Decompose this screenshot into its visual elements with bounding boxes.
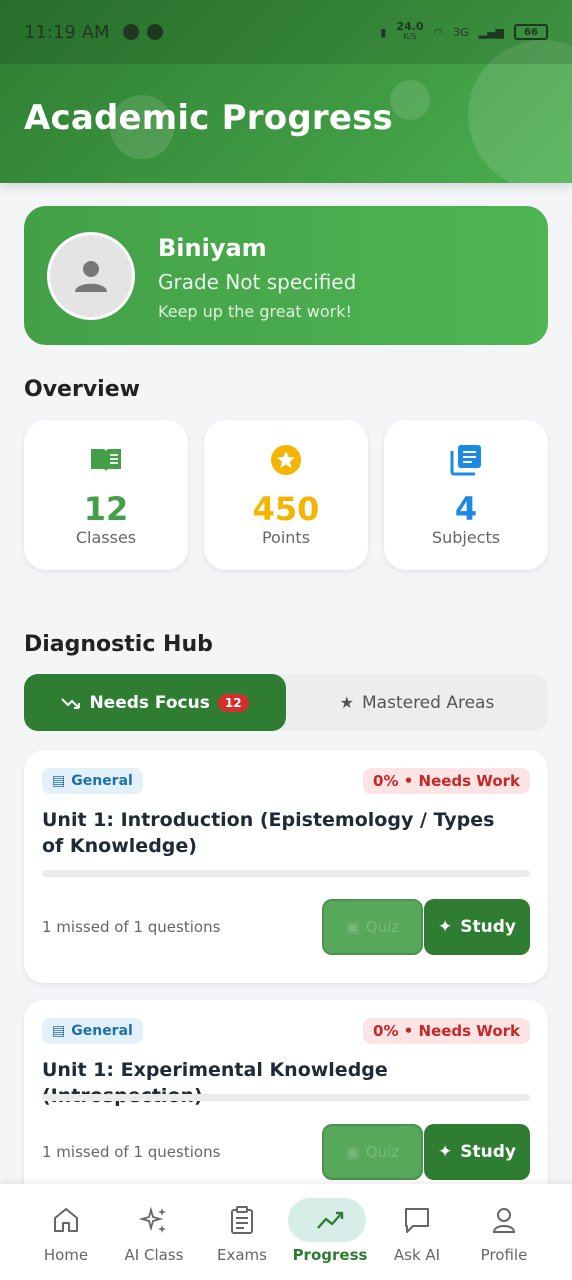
nav-label: AI Class bbox=[124, 1246, 184, 1264]
person-icon bbox=[492, 1208, 516, 1233]
library-icon bbox=[450, 445, 481, 476]
star-badge-icon bbox=[271, 445, 301, 475]
stat-value: 4 bbox=[454, 490, 478, 528]
nav-label: Ask AI bbox=[393, 1246, 441, 1264]
stat-subjects[interactable]: 4 Subjects bbox=[384, 420, 548, 570]
stat-classes[interactable]: 12 Classes bbox=[24, 420, 188, 570]
nav-label: Home bbox=[43, 1246, 89, 1264]
app-header: 11:19 AM ▮ 24.0 K/S ◠ 3G ▂▄▆ 66 Academic… bbox=[0, 0, 572, 183]
diagnostic-card[interactable]: ▤ General 0% • Needs Work Unit 1: Introd… bbox=[24, 750, 548, 983]
stat-label: Classes bbox=[75, 528, 137, 547]
nav-ai-class[interactable]: AI Class bbox=[110, 1184, 198, 1280]
unit-title: Unit 1: Experimental Knowledge (Introspe… bbox=[42, 1059, 388, 1107]
star-icon: ★ bbox=[339, 693, 354, 712]
tab-mastered-areas[interactable]: ★ Mastered Areas bbox=[286, 674, 548, 731]
encouragement-message: Keep up the great work! bbox=[158, 302, 352, 321]
sparkles-icon bbox=[138, 1206, 166, 1233]
student-grade: Grade Not specified bbox=[158, 270, 357, 294]
message-status-icon bbox=[147, 24, 164, 40]
nav-ask-ai[interactable]: Ask AI bbox=[373, 1184, 461, 1280]
nav-exams[interactable]: Exams bbox=[198, 1184, 286, 1280]
nav-home[interactable]: Home bbox=[22, 1184, 110, 1280]
book-icon: ▤ bbox=[52, 1023, 66, 1039]
nav-profile[interactable]: Profile bbox=[460, 1184, 548, 1280]
bottom-nav: Home AI Class Exams Progress Ask AI Prof… bbox=[0, 1184, 572, 1280]
study-button[interactable]: ✦ Study bbox=[424, 899, 530, 955]
stat-value: 450 bbox=[252, 490, 320, 528]
battery-indicator: 66 bbox=[514, 24, 548, 40]
quiz-button[interactable]: ▣ Quiz bbox=[322, 1124, 423, 1180]
subject-label: General bbox=[71, 1023, 133, 1039]
stat-label: Subjects bbox=[431, 528, 501, 547]
settings-status-icon bbox=[123, 24, 140, 40]
quiz-label: Quiz bbox=[365, 1143, 400, 1161]
net-unit: K/S bbox=[403, 32, 417, 41]
nav-label: Progress bbox=[292, 1246, 368, 1264]
quiz-icon: ▣ bbox=[345, 1143, 360, 1161]
net-speed: 24.0 bbox=[396, 20, 424, 33]
subject-chip: ▤ General bbox=[42, 1018, 143, 1044]
missed-count: 1 missed of 1 questions bbox=[42, 918, 221, 936]
status-bar: 11:19 AM ▮ 24.0 K/S ◠ 3G ▂▄▆ 66 bbox=[0, 0, 572, 64]
page-title: Academic Progress bbox=[24, 98, 393, 138]
study-label: Study bbox=[460, 917, 516, 937]
missed-count: 1 missed of 1 questions bbox=[42, 1143, 221, 1161]
nav-progress[interactable]: Progress bbox=[286, 1184, 374, 1280]
overview-title: Overview bbox=[24, 377, 140, 402]
status-time: 11:19 AM bbox=[24, 21, 110, 43]
quiz-label: Quiz bbox=[365, 918, 400, 936]
book-icon: ▤ bbox=[52, 773, 66, 789]
subject-label: General bbox=[71, 773, 133, 789]
book-open-icon bbox=[91, 449, 121, 472]
progress-bar bbox=[42, 870, 530, 877]
network-type: 3G bbox=[453, 25, 469, 39]
nav-label: Profile bbox=[480, 1246, 528, 1264]
tab-needs-focus[interactable]: Needs Focus 12 bbox=[24, 674, 286, 731]
decor-bubble bbox=[390, 80, 430, 120]
tab-label: Needs Focus bbox=[89, 692, 210, 713]
diagnostic-title: Diagnostic Hub bbox=[24, 632, 213, 657]
profile-card[interactable]: Biniyam Grade Not specified Keep up the … bbox=[24, 206, 548, 345]
study-label: Study bbox=[460, 1142, 516, 1162]
stat-value: 12 bbox=[83, 490, 129, 528]
avatar[interactable] bbox=[47, 232, 135, 320]
status-badge: 0% • Needs Work bbox=[363, 768, 530, 794]
unit-title: Unit 1: Introduction (Epistemology / Typ… bbox=[42, 809, 495, 857]
diagnostic-card[interactable]: ▤ General 0% • Needs Work Unit 1: Experi… bbox=[24, 1000, 548, 1200]
nav-label: Exams bbox=[217, 1246, 267, 1264]
trend-icon bbox=[317, 1211, 344, 1229]
progress-bar bbox=[42, 1094, 530, 1101]
quiz-button[interactable]: ▣ Quiz bbox=[322, 899, 423, 955]
person-icon bbox=[75, 261, 107, 292]
signal-icon: ▂▄▆ bbox=[478, 25, 504, 39]
stat-points[interactable]: 450 Points bbox=[204, 420, 368, 570]
trending-down-icon bbox=[61, 697, 81, 709]
vibrate-icon: ▮ bbox=[380, 25, 387, 39]
study-button[interactable]: ✦ Study bbox=[424, 1124, 530, 1180]
wifi-icon: ◠ bbox=[433, 25, 444, 39]
home-icon bbox=[54, 1208, 78, 1232]
student-name: Biniyam bbox=[158, 234, 267, 262]
clipboard-icon bbox=[231, 1206, 253, 1234]
tab-label: Mastered Areas bbox=[362, 692, 495, 713]
quiz-icon: ▣ bbox=[345, 918, 360, 936]
diagnostic-tabs: Needs Focus 12 ★ Mastered Areas bbox=[24, 674, 548, 731]
count-badge: 12 bbox=[217, 693, 249, 712]
chat-icon bbox=[405, 1208, 429, 1233]
sparkle-icon: ✦ bbox=[438, 1142, 453, 1162]
stat-label: Points bbox=[261, 528, 311, 547]
sparkle-icon: ✦ bbox=[438, 917, 453, 937]
subject-chip: ▤ General bbox=[42, 768, 143, 794]
status-badge: 0% • Needs Work bbox=[363, 1018, 530, 1044]
